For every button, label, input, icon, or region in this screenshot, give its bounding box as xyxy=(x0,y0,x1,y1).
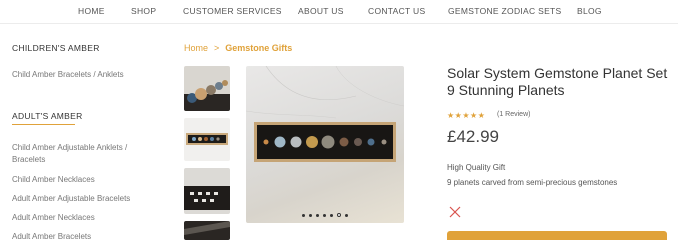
pagination-dot[interactable] xyxy=(330,214,333,217)
nav-shop[interactable]: SHOP xyxy=(131,6,156,16)
rating-stars: ★★★★★ xyxy=(447,111,486,120)
pagination-dot[interactable] xyxy=(337,213,341,217)
sidebar-item-child-amber-necklaces[interactable]: Child Amber Necklaces xyxy=(12,174,95,186)
breadcrumb: Home > Gemstone Gifts xyxy=(184,43,292,53)
nav-home[interactable]: HOME xyxy=(78,6,105,16)
top-navigation: HOME SHOP CUSTOMER SERVICES ABOUT US CON… xyxy=(0,0,678,24)
nav-about-us[interactable]: ABOUT US xyxy=(298,6,344,16)
pagination-dot[interactable] xyxy=(309,214,312,217)
breadcrumb-current: Gemstone Gifts xyxy=(225,43,293,53)
pagination-dot[interactable] xyxy=(345,214,348,217)
product-feature-2: 9 planets carved from semi-precious gems… xyxy=(447,178,618,187)
nav-gemstone-zodiac-sets[interactable]: GEMSTONE ZODIAC SETS xyxy=(448,6,562,16)
product-price: £42.99 xyxy=(447,127,499,146)
sidebar-item-adult-amber-adjustable-bracelets[interactable]: Adult Amber Adjustable Bracelets xyxy=(12,193,130,205)
pagination-dot[interactable] xyxy=(323,214,326,217)
product-main-image[interactable] xyxy=(246,66,404,223)
review-count-link[interactable]: (1 Review) xyxy=(497,111,530,118)
add-to-cart-button[interactable] xyxy=(447,231,667,240)
gallery-thumbnail-2[interactable] xyxy=(184,118,230,161)
sidebar-heading-adults-amber[interactable]: ADULT'S AMBER xyxy=(12,111,83,121)
sidebar-item-child-amber-anklets[interactable]: Child Amber Adjustable Anklets / Bracele… xyxy=(12,142,152,165)
product-feature-1: High Quality Gift xyxy=(447,163,506,172)
nav-blog[interactable]: BLOG xyxy=(577,6,602,16)
sidebar-heading-underline xyxy=(12,124,75,125)
close-icon[interactable] xyxy=(449,205,461,218)
sidebar-item-adult-amber-necklaces[interactable]: Adult Amber Necklaces xyxy=(12,212,95,224)
gallery-thumbnail-1[interactable] xyxy=(184,66,230,111)
breadcrumb-home-link[interactable]: Home xyxy=(184,43,208,53)
pagination-dot[interactable] xyxy=(316,214,319,217)
sidebar-item-child-amber-bracelets[interactable]: Child Amber Bracelets / Anklets xyxy=(12,69,124,81)
breadcrumb-separator: > xyxy=(214,43,220,53)
pagination-dot[interactable] xyxy=(302,214,305,217)
sidebar-heading-childrens-amber[interactable]: CHILDREN'S AMBER xyxy=(12,43,100,53)
nav-customer-services[interactable]: CUSTOMER SERVICES xyxy=(183,6,282,16)
product-title: Solar System Gemstone Planet Set 9 Stunn… xyxy=(447,65,668,98)
nav-contact-us[interactable]: CONTACT US xyxy=(368,6,425,16)
gallery-thumbnail-4[interactable] xyxy=(184,221,230,240)
gallery-thumbnail-3[interactable] xyxy=(184,168,230,214)
sidebar-item-adult-amber-bracelets[interactable]: Adult Amber Bracelets xyxy=(12,231,91,240)
gallery-pagination xyxy=(246,213,404,217)
